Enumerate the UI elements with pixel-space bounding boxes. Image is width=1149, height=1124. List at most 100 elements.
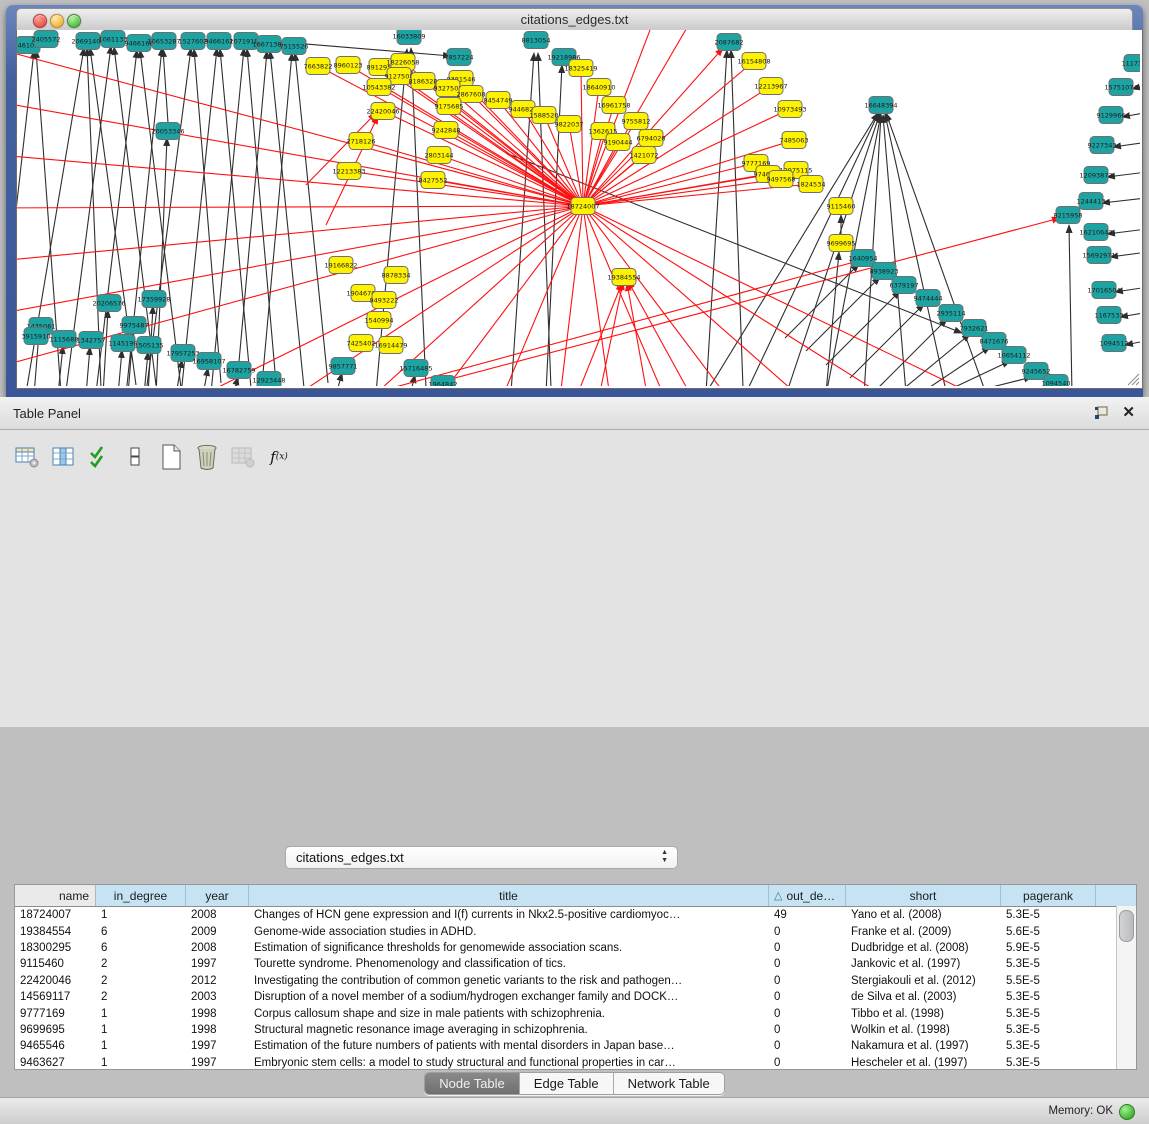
table-cell[interactable]: 2 [96,958,186,970]
table-cell[interactable]: Jankovic et al. (1997) [846,958,1001,970]
column-header-name[interactable]: name [15,885,96,906]
graph-edge[interactable] [546,206,583,386]
table-cell[interactable]: 5.9E-5 [1001,942,1096,954]
table-cell[interactable]: 5.6E-5 [1001,926,1096,938]
select-all-icon[interactable] [86,444,112,470]
graph-node[interactable]: 17359928 [137,291,170,308]
table-cell[interactable]: 0 [769,975,846,987]
graph-edge[interactable] [411,48,426,386]
table-cell[interactable]: 5.3E-5 [1001,958,1096,970]
table-cell[interactable]: 19384554 [15,926,96,938]
graph-edge[interactable] [886,113,984,386]
graph-node[interactable]: 10543382 [362,79,395,96]
table-cell[interactable]: 14569117 [15,991,96,1003]
graph-node[interactable]: 20053346 [151,123,184,140]
table-row[interactable]: 946362711997Embryonic stem cells: a mode… [15,1055,1136,1070]
graph-node[interactable]: 8960123 [334,57,363,74]
tab-edge-table[interactable]: Edge Table [520,1073,614,1094]
function-builder-icon[interactable]: f(x) [266,444,292,470]
table-row[interactable]: 1938455462009Genome-wide association stu… [15,923,1136,939]
graph-edge[interactable] [118,350,122,386]
graph-node[interactable]: 15716485 [399,360,432,377]
graph-node[interactable]: 8427552 [419,172,448,189]
table-cell[interactable]: 0 [769,1008,846,1020]
graph-edge[interactable] [627,283,654,386]
show-column-icon[interactable] [50,444,76,470]
delete-row-icon[interactable] [194,444,220,470]
graph-edge[interactable] [163,49,168,123]
table-cell[interactable]: Estimation of the future numbers of pati… [249,1040,769,1052]
graph-node[interactable]: 16914479 [374,337,407,354]
column-header-out-degree[interactable]: △ out_de… [769,885,846,906]
graph-hub-node[interactable]: 18724007 [566,198,599,215]
table-cell[interactable]: 0 [769,1040,846,1052]
graph-edge[interactable] [1069,225,1072,386]
table-cell[interactable]: Embryonic stem cells: a model to study s… [249,1057,769,1069]
graph-node[interactable]: 1505135 [135,337,164,354]
graph-node[interactable]: 19166822 [324,257,357,274]
table-cell[interactable]: Investigating the contribution of common… [249,975,769,987]
graph-node[interactable]: 10973493 [773,101,806,118]
column-header-title[interactable]: title [249,885,769,906]
graph-edge[interactable] [706,50,727,386]
table-cell[interactable]: Yano et al. (2008) [846,909,1001,921]
graph-node[interactable]: 2935114 [937,305,966,322]
graph-node[interactable]: 1964842 [429,376,458,387]
column-header-short[interactable]: short [846,885,1001,906]
graph-node[interactable]: 16210643 [1079,224,1112,241]
graph-node[interactable]: 1342757 [77,332,106,349]
table-cell[interactable]: 9777169 [15,1008,96,1020]
graph-edge[interactable] [295,53,328,383]
graph-node[interactable]: 8878334 [382,267,411,284]
graph-edge[interactable] [456,206,583,386]
memory-ok-indicator[interactable] [1119,1104,1135,1120]
graph-node[interactable]: 12093872 [1079,167,1112,184]
graph-node[interactable]: 16958107 [192,353,225,370]
table-row[interactable]: 977716911998Corpus callosum shape and si… [15,1005,1136,1021]
graph-node[interactable]: 7485063 [780,132,809,149]
table-cell[interactable]: 5.3E-5 [1001,1024,1096,1036]
table-cell[interactable]: 9465546 [15,1040,96,1052]
graph-node[interactable]: 9822037 [555,116,584,133]
table-cell[interactable]: 1 [96,1057,186,1069]
graph-edge[interactable] [86,347,90,386]
graph-edge[interactable] [960,377,1032,386]
table-row[interactable]: 2242004622012Investigating the contribut… [15,973,1136,989]
graph-node[interactable]: 19384554 [607,269,640,286]
graph-node[interactable]: 2718126 [347,133,376,150]
column-header-pagerank[interactable]: pagerank [1001,885,1096,906]
network-window-titlebar[interactable]: citations_edges.txt [16,8,1133,32]
graph-node[interactable]: 12213383 [332,163,365,180]
table-source-select[interactable]: citations_edges.txt ▲▼ [285,846,678,869]
graph-node[interactable]: 10653287 [147,33,180,50]
graph-node[interactable]: 1824534 [797,176,826,193]
table-cell[interactable]: 0 [769,1057,846,1069]
close-panel-icon[interactable]: ✕ [1122,403,1135,421]
table-cell[interactable]: 1 [96,1024,186,1036]
table-cell[interactable]: 0 [769,926,846,938]
graph-edge[interactable] [140,50,181,386]
table-row[interactable]: 946554611997Estimation of the future num… [15,1038,1136,1054]
table-cell[interactable]: 0 [769,942,846,954]
delete-table-icon[interactable] [230,444,256,470]
graph-node[interactable]: 1115688 [50,331,79,348]
table-cell[interactable]: 0 [769,1024,846,1036]
graph-node[interactable]: 18325419 [564,60,597,77]
table-row[interactable]: 1456911722003Disruption of a novel membe… [15,989,1136,1005]
graph-edge[interactable] [103,310,108,386]
graph-node[interactable]: 1061133 [99,31,128,48]
table-cell[interactable]: 5.3E-5 [1001,1040,1096,1052]
graph-node[interactable]: 9975487 [120,317,149,334]
graph-node[interactable]: 9474444 [914,290,943,307]
graph-node[interactable]: 1421072 [630,147,659,164]
graph-node[interactable]: 9497568 [767,171,796,188]
tab-node-table[interactable]: Node Table [425,1073,520,1094]
graph-node[interactable]: 2803144 [425,147,454,164]
table-cell[interactable]: 1997 [186,958,249,970]
table-cell[interactable]: 2003 [186,991,249,1003]
graph-node[interactable]: 16033809 [392,30,425,45]
table-cell[interactable]: 9115460 [15,958,96,970]
table-cell[interactable]: 5.3E-5 [1001,909,1096,921]
table-cell[interactable]: Tibbo et al. (1998) [846,1008,1001,1020]
graph-edge[interactable] [1113,141,1140,147]
